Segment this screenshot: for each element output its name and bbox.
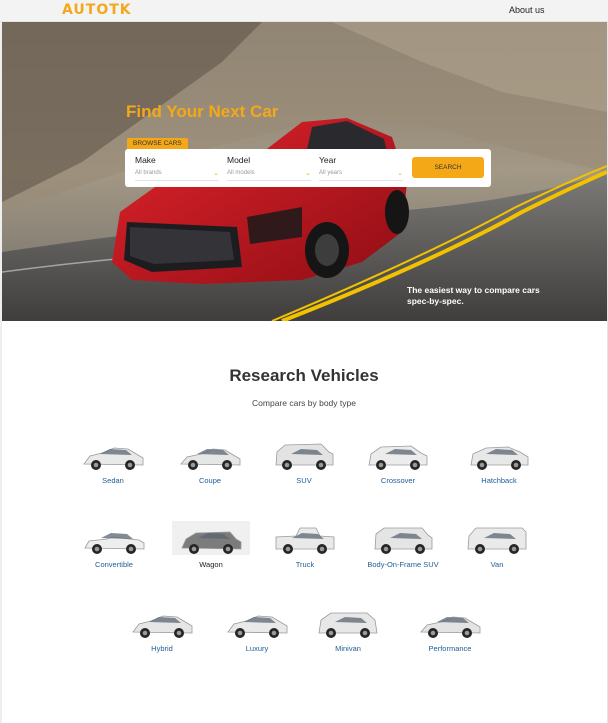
year-underline [319,180,403,181]
site-logo[interactable]: AUTOTK [62,2,132,18]
chevron-down-icon: ⌄ [397,170,403,177]
research-vehicles-subtitle: Compare cars by body type [252,398,356,408]
make-label: Make [135,155,156,165]
research-vehicles-title: Research Vehicles [229,366,379,385]
body-on-frame-suv-car-icon [374,527,433,554]
body-type-suv[interactable]: SUV [259,440,349,492]
body-type-hatchback[interactable]: Hatchback [454,440,544,492]
body-type-sedan[interactable]: Sedan [68,440,158,492]
hero-title: Find Your Next Car [126,102,279,121]
body-type-label: Sedan [102,476,124,485]
search-button[interactable]: SEARCH [412,157,484,178]
body-type-label: SUV [296,476,312,485]
sedan-car-icon [83,447,144,470]
year-label: Year [319,155,337,165]
suv-car-icon [275,443,334,470]
body-type-label: Van [490,560,504,569]
body-type-label: Body-On-Frame SUV [367,560,439,569]
coupe-car-icon [180,448,241,470]
wagon-car-icon [181,531,242,554]
minivan-car-icon [318,612,378,638]
top-header: AUTOTK About us [0,0,608,22]
hybrid-car-icon [132,615,193,638]
body-type-label: Luxury [245,644,269,653]
body-type-truck[interactable]: Truck [260,524,350,576]
body-type-convertible[interactable]: Convertible [69,524,159,576]
hero-tagline: The easiest way to compare cars spec-by-… [407,285,540,306]
chevron-down-icon: ⌄ [305,170,311,177]
body-type-label: Convertible [95,560,133,569]
body-type-label: Performance [428,644,472,653]
body-type-coupe[interactable]: Coupe [165,440,255,492]
body-type-body-on-frame-suv[interactable]: Body-On-Frame SUV [358,524,448,576]
body-type-label: Crossover [380,476,416,485]
body-type-luxury[interactable]: Luxury [212,608,302,660]
body-type-hybrid[interactable]: Hybrid [117,608,207,660]
make-placeholder: All brands [135,170,162,176]
body-type-minivan[interactable]: Minivan [303,608,393,660]
body-type-label: Hatchback [481,476,517,485]
model-underline [227,180,311,181]
body-type-performance[interactable]: Performance [405,608,495,660]
crossover-car-icon [368,445,428,470]
hatchback-car-icon [470,446,529,470]
body-type-label: Wagon [199,560,223,569]
model-label: Model [227,155,251,165]
body-type-label: Minivan [335,644,361,653]
chevron-down-icon: ⌄ [213,170,219,177]
body-type-label: Truck [295,560,315,569]
body-type-crossover[interactable]: Crossover [353,440,443,492]
make-underline [135,180,219,181]
convertible-car-icon [84,533,145,554]
hero-banner: Find Your Next Car BROWSE CARS Make All … [2,22,607,321]
model-select[interactable]: Model All models ⌄ [227,155,311,181]
nav-link-about-us[interactable]: About us [509,5,545,15]
year-placeholder: All years [319,170,343,176]
truck-car-icon [275,527,335,554]
year-select[interactable]: Year All years ⌄ [319,155,403,181]
model-placeholder: All models [227,170,255,176]
van-car-icon [467,527,527,554]
performance-car-icon [420,616,481,638]
body-type-label: Hybrid [151,644,173,653]
make-select[interactable]: Make All brands ⌄ [135,155,219,181]
car-search-form: Make All brands ⌄ Model All models ⌄ Yea… [125,149,491,187]
body-type-wagon[interactable]: Wagon [166,521,256,576]
body-type-label: Coupe [198,476,222,485]
luxury-car-icon [227,615,288,638]
body-type-van[interactable]: Van [452,524,542,576]
